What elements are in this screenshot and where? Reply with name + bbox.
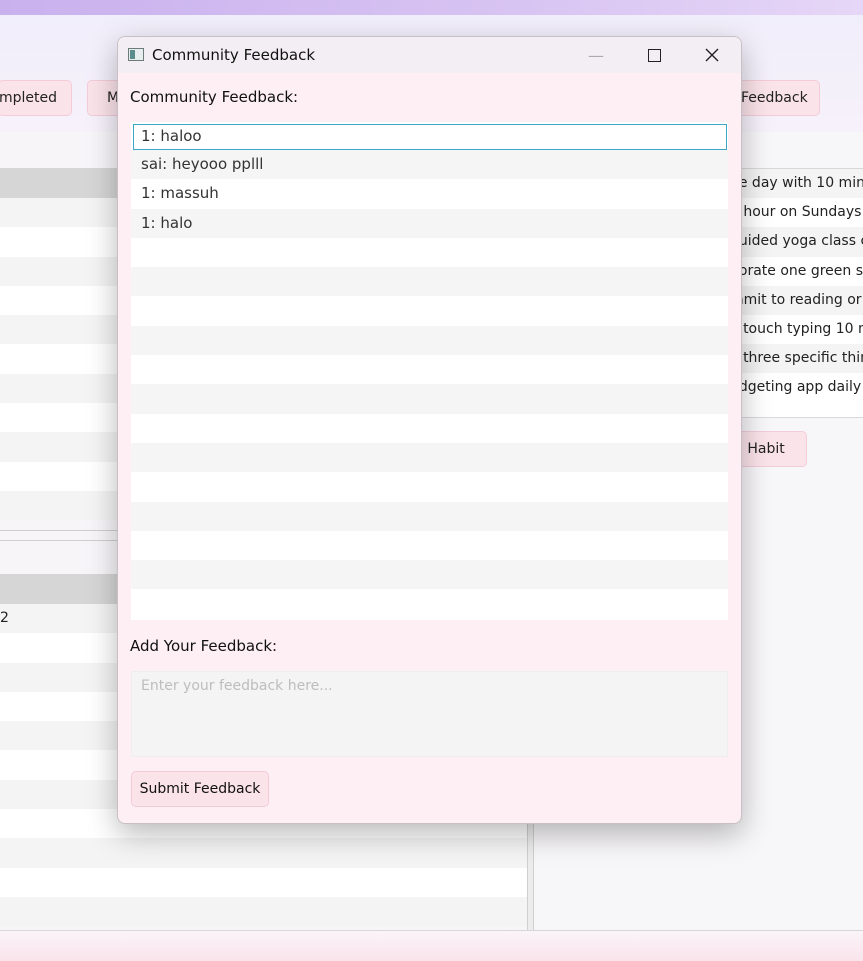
feedback-input[interactable] [131, 671, 728, 757]
close-icon [705, 48, 719, 62]
empty-list-row [131, 472, 728, 502]
empty-list-row [131, 589, 728, 619]
community-feedback-button-label: Feedback [741, 90, 808, 106]
community-feedback-label: Community Feedback: [130, 88, 299, 106]
dialog-titlebar[interactable]: Community Feedback — [118, 37, 741, 73]
dialog-title: Community Feedback [152, 46, 316, 64]
minimize-icon: — [588, 45, 604, 65]
add-feedback-label: Add Your Feedback: [130, 637, 278, 655]
list-item[interactable]: 1: halo [131, 208, 728, 238]
empty-list-row [131, 442, 728, 473]
empty-list-row [131, 501, 728, 531]
empty-list-row [131, 296, 728, 326]
feedback-list: 1: haloo sai: heyooo pplll 1: massuh 1: … [131, 122, 728, 620]
list-item[interactable]: 1: haloo [133, 124, 727, 150]
submit-feedback-button[interactable]: Submit Feedback [131, 771, 269, 807]
submit-feedback-label: Submit Feedback [139, 781, 261, 797]
close-button[interactable] [689, 37, 735, 73]
lower-table-cell: 2 [0, 610, 9, 626]
maximize-button[interactable] [631, 37, 677, 73]
empty-list-row [131, 355, 728, 385]
list-item[interactable]: sai: heyooo pplll [131, 150, 728, 180]
mark-completed-button[interactable]: mpleted [0, 80, 72, 116]
empty-list-row [131, 237, 728, 268]
empty-list-row [131, 267, 728, 297]
maximize-icon [647, 48, 661, 62]
app-window-icon [128, 48, 144, 61]
app-footer [0, 930, 863, 961]
table-row[interactable] [0, 896, 527, 927]
list-item[interactable]: 1: massuh [131, 179, 728, 209]
empty-list-row [131, 325, 728, 356]
table-row[interactable] [0, 838, 527, 868]
mark-completed-label: mpleted [0, 90, 58, 106]
minimize-button[interactable]: — [573, 37, 619, 73]
table-row[interactable] [0, 867, 527, 897]
empty-list-row [131, 560, 728, 590]
empty-list-row [131, 413, 728, 443]
empty-list-row [131, 384, 728, 414]
empty-list-row [131, 530, 728, 561]
community-feedback-dialog: Community Feedback — Community Feedback:… [117, 36, 742, 824]
window-top-strip [0, 0, 863, 15]
